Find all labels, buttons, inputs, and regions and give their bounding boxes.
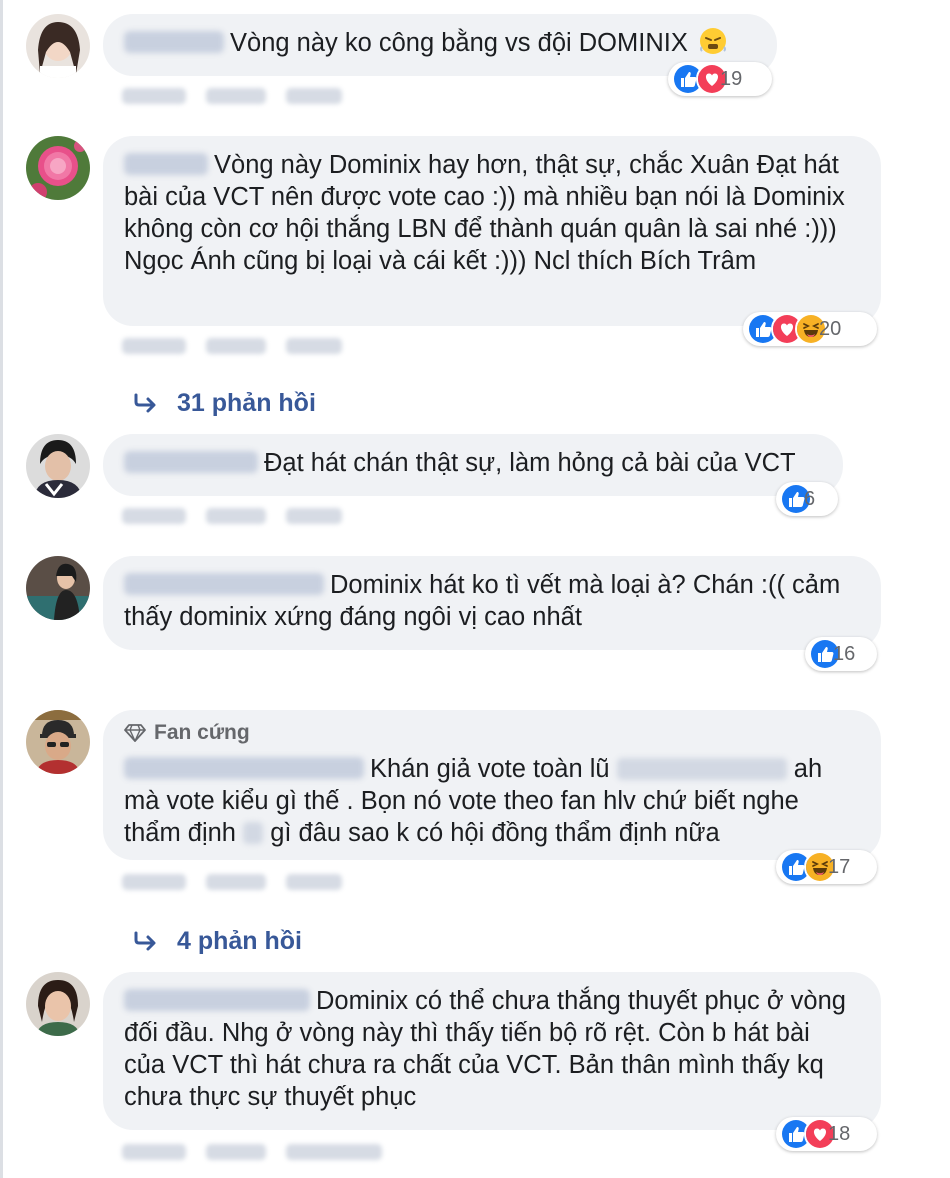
reply-link[interactable] — [206, 88, 266, 104]
reaction-summary[interactable]: 6 — [776, 482, 838, 516]
reply-link[interactable] — [206, 338, 266, 354]
comment-text: Vòng này Dominix hay hơn, thật sự, chắc … — [124, 151, 845, 275]
reaction-count: 20 — [819, 317, 842, 340]
comment-actions — [122, 506, 342, 526]
reply-link[interactable] — [206, 1144, 266, 1160]
avatar[interactable] — [26, 434, 90, 498]
reply-link[interactable] — [206, 874, 266, 890]
timestamp[interactable] — [286, 338, 342, 354]
comment-actions — [122, 872, 342, 892]
author-name[interactable] — [124, 573, 324, 595]
comment-text: Vòng này ko công bằng vs đội DOMINIX — [230, 29, 688, 57]
reaction-count: 18 — [828, 1122, 851, 1145]
comment-bubble: Vòng này Dominix hay hơn, thật sự, chắc … — [103, 136, 881, 326]
timestamp[interactable] — [286, 874, 342, 890]
comment-text: gì đâu sao k có hội đồng thẩm định nữa — [270, 819, 720, 847]
reply-link[interactable] — [206, 508, 266, 524]
reaction-summary[interactable]: 19 — [668, 62, 772, 96]
reaction-count: 19 — [720, 67, 743, 90]
author-name[interactable] — [124, 153, 208, 175]
avatar[interactable] — [26, 972, 90, 1036]
badge-label: Fan cứng — [154, 721, 250, 744]
diamond-icon — [124, 723, 146, 749]
reaction-summary[interactable]: 16 — [805, 637, 877, 671]
reaction-summary[interactable]: 18 — [776, 1117, 877, 1151]
author-name[interactable] — [124, 757, 364, 779]
reaction-summary[interactable]: 20 — [743, 312, 877, 346]
author-name[interactable] — [124, 989, 310, 1011]
reaction-count: 6 — [804, 487, 816, 510]
like-link[interactable] — [122, 874, 186, 890]
avatar[interactable] — [26, 14, 90, 78]
timestamp[interactable] — [286, 88, 342, 104]
reply-arrow-icon — [133, 392, 159, 414]
comment-text: Đạt hát chán thật sự, làm hỏng cả bài củ… — [264, 449, 796, 477]
like-link[interactable] — [122, 508, 186, 524]
avatar[interactable] — [26, 136, 90, 200]
comment-actions — [122, 86, 342, 106]
timestamp[interactable] — [286, 508, 342, 524]
reply-arrow-icon — [133, 930, 159, 952]
author-name[interactable] — [124, 31, 224, 53]
timestamp[interactable] — [286, 1144, 382, 1160]
comment-bubble: Dominix có thể chưa thắng thuyết phục ở … — [103, 972, 881, 1130]
like-link[interactable] — [122, 1144, 186, 1160]
comment-bubble: Đạt hát chán thật sự, làm hỏng cả bài củ… — [103, 434, 843, 496]
view-replies-link[interactable]: 31 phản hồi — [133, 386, 316, 420]
avatar[interactable] — [26, 710, 90, 774]
replies-count-label: 31 phản hồi — [177, 388, 316, 417]
steaming-emoji-icon — [699, 27, 727, 63]
page-edge — [0, 0, 3, 1178]
like-link[interactable] — [122, 338, 186, 354]
comment-bubble: Dominix hát ko tì vết mà loại à? Chán :(… — [103, 556, 881, 650]
avatar[interactable] — [26, 556, 90, 620]
reaction-count: 17 — [828, 855, 851, 878]
reaction-summary[interactable]: 17 — [776, 850, 877, 884]
redacted-text — [616, 758, 787, 780]
comment-text: Khán giả vote toàn lũ — [370, 755, 610, 783]
reaction-count: 16 — [833, 642, 856, 665]
author-name[interactable] — [124, 451, 258, 473]
comment-actions — [122, 336, 342, 356]
like-link[interactable] — [122, 88, 186, 104]
comment-bubble: Fan cứng Khán giả vote toàn lũ ah mà vot… — [103, 710, 881, 860]
comment-actions — [122, 1142, 382, 1162]
top-fan-badge: Fan cứng — [124, 720, 857, 749]
redacted-text — [243, 822, 264, 844]
replies-count-label: 4 phản hồi — [177, 926, 302, 955]
view-replies-link[interactable]: 4 phản hồi — [133, 924, 302, 958]
